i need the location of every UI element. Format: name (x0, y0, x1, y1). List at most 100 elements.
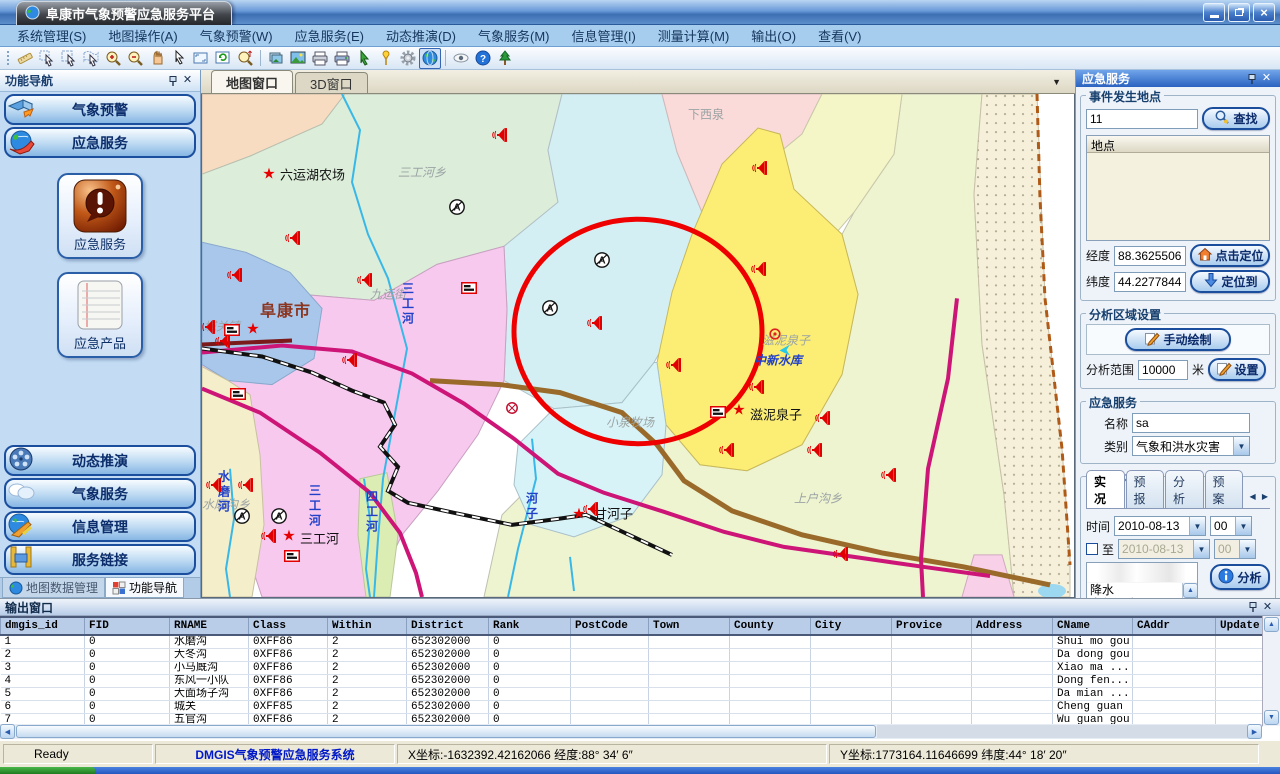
menu-item[interactable]: 查看(V) (807, 23, 872, 48)
printer-button[interactable] (309, 48, 331, 69)
nav-bottom-tab[interactable]: 地图数据管理 (2, 578, 105, 598)
analysis-tab[interactable]: 实况 (1086, 470, 1125, 508)
analysis-tab[interactable]: 分析 (1165, 470, 1204, 508)
column-header[interactable]: Update (1216, 617, 1263, 635)
hour-from-select[interactable]: 00▼ (1210, 516, 1252, 536)
nav-big-button[interactable]: 应急产品 (57, 272, 143, 358)
column-header[interactable]: RNAME (170, 617, 249, 635)
pin-icon[interactable] (1244, 72, 1259, 86)
element-list-item[interactable]: 降水 (1087, 583, 1197, 597)
nav-group-button[interactable]: 服务链接 (4, 544, 196, 575)
close-icon[interactable]: ✕ (180, 74, 195, 88)
latitude-input[interactable] (1114, 272, 1186, 292)
water-arrow-icon[interactable] (779, 344, 791, 356)
column-header[interactable]: FID (85, 617, 170, 635)
scroll-up-icon[interactable]: ▲ (1264, 617, 1279, 632)
column-header[interactable]: PostCode (571, 617, 649, 635)
warning-speaker-icon[interactable] (748, 380, 765, 395)
warning-speaker-icon[interactable] (750, 262, 767, 277)
station-marker-icon[interactable]: A (542, 300, 559, 317)
warning-speaker-icon[interactable] (806, 443, 823, 458)
nav-group-button[interactable]: 应急服务 (4, 127, 196, 158)
table-row[interactable]: 60城关0XFF8526523020000Cheng guan (1, 701, 1263, 714)
restore-button[interactable] (1228, 3, 1250, 22)
locate-to-button[interactable]: 定位到 (1190, 270, 1270, 293)
scroll-right-icon[interactable]: ▶ (1247, 724, 1262, 739)
map-canvas[interactable]: 六运湖农场三工河乡下西泉九运街阜康市城关镇滋泥泉子中新水库滋泥泉子小泉牧场上户沟… (201, 94, 1075, 598)
close-icon[interactable]: ✕ (1260, 600, 1275, 614)
warning-speaker-icon[interactable] (356, 273, 373, 288)
warning-speaker-icon[interactable] (665, 358, 682, 373)
station-marker-icon[interactable]: A (271, 508, 288, 525)
measure-button[interactable] (14, 48, 36, 69)
zoom-out-button[interactable] (124, 48, 146, 69)
table-row[interactable]: 10水磨沟0XFF8626523020000Shui mo gou (1, 635, 1263, 649)
menu-item[interactable]: 气象服务(M) (467, 23, 561, 48)
pin-icon[interactable] (165, 74, 180, 88)
flag-marker-icon[interactable] (224, 324, 240, 336)
column-header[interactable]: City (811, 617, 892, 635)
analysis-tab[interactable]: 预报 (1126, 470, 1165, 508)
warning-speaker-icon[interactable] (341, 353, 358, 368)
output-vertical-scrollbar[interactable]: ▲ ▼ (1262, 616, 1280, 726)
warning-speaker-icon[interactable] (718, 443, 735, 458)
star-marker-icon[interactable]: ★ (262, 167, 275, 182)
service-name-input[interactable] (1132, 413, 1250, 433)
column-header[interactable]: Within (328, 617, 407, 635)
menu-item[interactable]: 测量计算(M) (647, 23, 741, 48)
column-header[interactable]: dmgis_id (1, 617, 85, 635)
place-list[interactable]: 地点 (1086, 135, 1270, 241)
warning-speaker-icon[interactable] (260, 529, 277, 544)
minimize-button[interactable] (1203, 3, 1225, 22)
warning-speaker-icon[interactable] (491, 128, 508, 143)
search-button[interactable]: 查找 (1202, 107, 1270, 130)
gear-button[interactable] (397, 48, 419, 69)
set-button[interactable]: 设置 (1208, 358, 1266, 381)
tab-scroll-icons[interactable]: ◀ ▶ (1249, 492, 1270, 501)
pin-yellow-button[interactable] (375, 48, 397, 69)
flag-marker-icon[interactable] (710, 406, 726, 418)
menu-item[interactable]: 地图操作(A) (97, 23, 188, 48)
tree-button[interactable] (494, 48, 516, 69)
help-button[interactable]: ? (472, 48, 494, 69)
column-header[interactable]: Address (972, 617, 1053, 635)
warning-speaker-icon[interactable] (205, 478, 222, 493)
pointer-button[interactable] (168, 48, 190, 69)
circle-x-icon[interactable] (506, 402, 519, 415)
refresh-button[interactable] (212, 48, 234, 69)
menu-item[interactable]: 动态推演(D) (375, 23, 467, 48)
nav-bottom-tab[interactable]: 功能导航 (105, 578, 184, 598)
select-edit-button[interactable] (36, 48, 58, 69)
chevron-down-icon[interactable]: ▼ (1233, 437, 1249, 455)
close-button[interactable]: × (1253, 3, 1275, 22)
warning-speaker-icon[interactable] (237, 478, 254, 493)
warning-speaker-icon[interactable] (586, 316, 603, 331)
menu-item[interactable]: 气象预警(W) (189, 23, 284, 48)
station-marker-icon[interactable]: A (234, 508, 251, 525)
select-area-button[interactable] (80, 48, 102, 69)
flag-marker-icon[interactable] (284, 550, 300, 562)
star-marker-icon[interactable]: ★ (246, 322, 259, 337)
flag-marker-icon[interactable] (230, 388, 246, 400)
map-tab-dropdown-icon[interactable]: ▼ (1052, 77, 1061, 87)
table-row[interactable]: 20大冬沟0XFF8626523020000Da dong gou (1, 649, 1263, 662)
analyze-button[interactable]: 分析 (1210, 564, 1270, 590)
nav-big-button[interactable]: 应急服务 (57, 173, 143, 259)
scrollbar-thumb[interactable] (16, 725, 876, 738)
zoom-scale-button[interactable] (234, 48, 256, 69)
map-image-button[interactable] (287, 48, 309, 69)
nav-group-button[interactable]: 动态推演 (4, 445, 196, 476)
warning-speaker-icon[interactable] (751, 161, 768, 176)
pin-icon[interactable] (1245, 600, 1260, 614)
eye-button[interactable] (450, 48, 472, 69)
star-marker-icon[interactable]: ★ (282, 529, 295, 544)
column-header[interactable]: County (730, 617, 811, 635)
scroll-left-icon[interactable]: ◀ (0, 724, 15, 739)
layers-button[interactable] (265, 48, 287, 69)
table-row[interactable]: 40东风一小队0XFF8626523020000Dong fen... (1, 675, 1263, 688)
nav-group-button[interactable]: 气象预警 (4, 94, 196, 125)
pan-button[interactable] (146, 48, 168, 69)
warning-speaker-icon[interactable] (832, 547, 849, 562)
column-header[interactable]: District (407, 617, 489, 635)
element-list[interactable]: 降水空气温度 ▲ (1086, 562, 1198, 598)
